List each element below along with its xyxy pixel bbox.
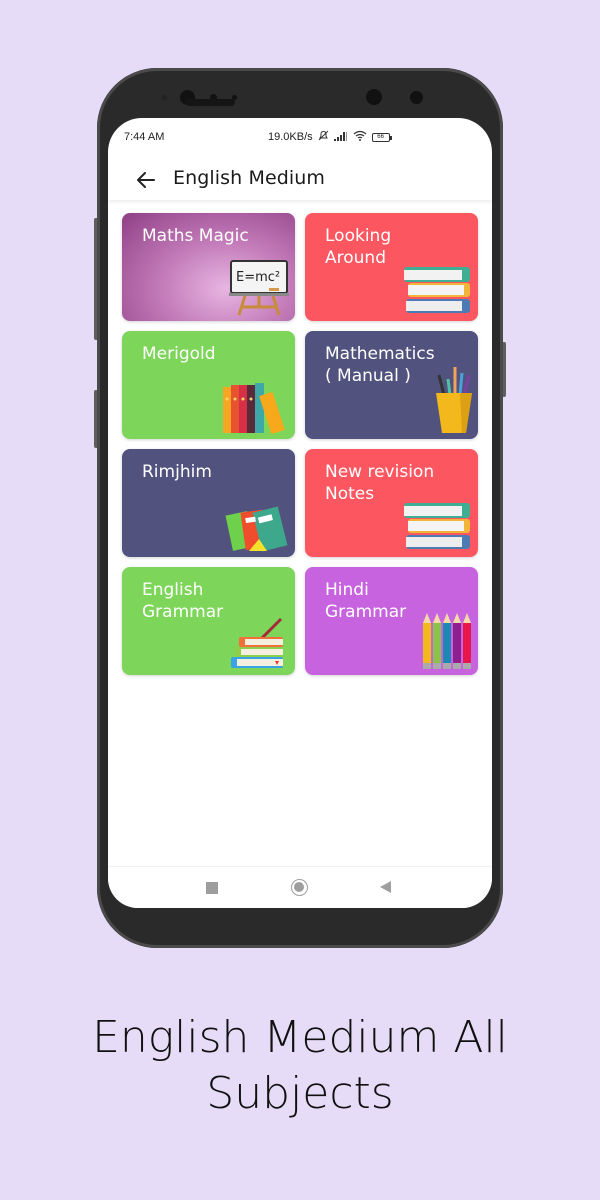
subject-label: Rimjhim (142, 462, 212, 482)
system-nav-bar (108, 866, 492, 908)
recents-square-icon[interactable] (206, 882, 218, 894)
subject-label: Looking Around (325, 226, 392, 268)
subject-label: English Grammar (142, 580, 224, 622)
subject-card-english-grammar[interactable]: English Grammar (122, 567, 295, 675)
phone-screen: 7:44 AM 19.0KB/s 66 English Medium Maths… (108, 118, 492, 908)
battery-icon: 66 (371, 132, 392, 142)
books-stack-icon (404, 267, 470, 313)
network-speed: 19.0KB/s (268, 131, 313, 143)
notebooks-icon (225, 506, 288, 552)
back-triangle-icon[interactable] (380, 881, 391, 893)
proximity-sensor (410, 91, 423, 104)
home-circle-icon[interactable] (291, 879, 308, 896)
pencil-cup-icon (436, 367, 472, 433)
page-title: English Medium (173, 167, 326, 189)
subject-label: Mathematics ( Manual ) (325, 344, 435, 386)
blackboard-icon: E=mc² (229, 260, 289, 316)
promo-caption: English Medium All Subjects (92, 1012, 508, 1119)
subject-card-looking-around[interactable]: Looking Around (305, 213, 478, 321)
status-indicators: 19.0KB/s 66 (268, 130, 392, 144)
subject-card-new-revision-notes[interactable]: New revision Notes (305, 449, 478, 557)
wifi-icon (353, 130, 367, 144)
books-pen-icon (231, 617, 283, 668)
signal-icon (333, 131, 348, 144)
mute-icon (318, 130, 329, 144)
subject-card-mathematics-manual[interactable]: Mathematics ( Manual ) (305, 331, 478, 439)
secondary-camera-icon (366, 89, 382, 105)
back-arrow-icon[interactable] (134, 163, 158, 198)
subject-card-maths-magic[interactable]: Maths Magic E=mc² (122, 213, 295, 321)
sensor-dot (162, 95, 167, 100)
status-bar: 7:44 AM 19.0KB/s 66 (108, 118, 492, 156)
colored-pencils-icon (423, 613, 471, 669)
subject-card-hindi-grammar[interactable]: Hindi Grammar (305, 567, 478, 675)
subject-label: Hindi Grammar (325, 580, 407, 622)
books-stack-icon (404, 503, 470, 549)
subject-label: Merigold (142, 344, 216, 364)
app-bar: English Medium (108, 156, 492, 200)
svg-text:E=mc²: E=mc² (236, 270, 280, 285)
earpiece-speaker (185, 99, 235, 106)
bookshelf-icon (223, 383, 285, 435)
status-time: 7:44 AM (124, 131, 165, 143)
subject-card-rimjhim[interactable]: Rimjhim (122, 449, 295, 557)
subject-label: Maths Magic (142, 226, 249, 246)
subject-card-merigold[interactable]: Merigold (122, 331, 295, 439)
